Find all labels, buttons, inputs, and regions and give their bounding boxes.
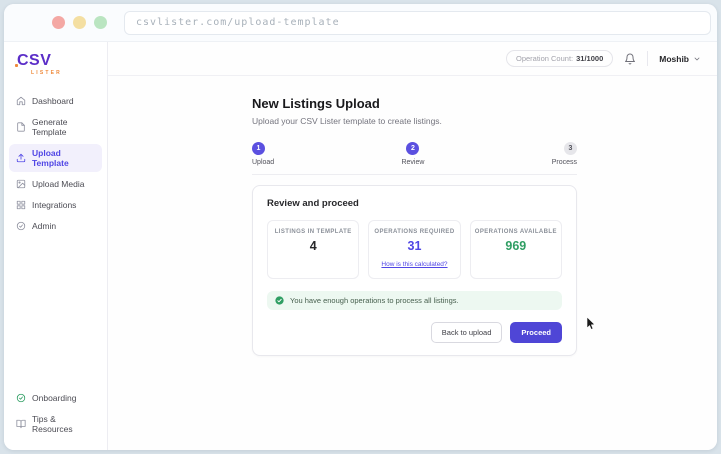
close-window-button[interactable] <box>52 16 65 29</box>
stepper: 1 Upload 2 Review 3 Process <box>252 142 577 166</box>
step-label: Review <box>401 159 424 166</box>
check-circle-icon <box>275 296 284 305</box>
sidebar-item-dashboard[interactable]: Dashboard <box>9 92 102 110</box>
upload-icon <box>16 153 26 163</box>
topbar: Operation Count: 31/1000 Moshib <box>108 42 717 76</box>
window-controls <box>52 16 107 29</box>
document-icon <box>16 122 26 132</box>
review-card-title: Review and proceed <box>267 198 562 209</box>
book-icon <box>16 419 26 429</box>
page-subtitle: Upload your CSV Lister template to creat… <box>252 116 717 126</box>
stat-label: OPERATIONS AVAILABLE <box>473 229 559 235</box>
logo-accent-dot <box>15 64 18 67</box>
stat-operations-required: OPERATIONS REQUIRED 31 How is this calcu… <box>368 220 460 279</box>
sidebar: CSV LISTER Dashboard Generate Template U… <box>4 42 108 450</box>
circle-check-icon <box>16 393 26 403</box>
sidebar-item-upload-media[interactable]: Upload Media <box>9 175 102 193</box>
sidebar-item-upload-template[interactable]: Upload Template <box>9 144 102 172</box>
sidebar-item-label: Integrations <box>32 200 76 210</box>
sidebar-item-tips-resources[interactable]: Tips & Resources <box>9 410 102 438</box>
success-banner-text: You have enough operations to process al… <box>290 296 459 305</box>
logo-subtext: LISTER <box>17 70 62 76</box>
sidebar-item-label: Generate Template <box>32 117 95 137</box>
operation-count-badge: Operation Count: 31/1000 <box>506 50 613 67</box>
url-text: csvlister.com/upload-template <box>136 17 340 28</box>
stepper-divider <box>252 174 577 175</box>
sidebar-item-label: Admin <box>32 221 56 231</box>
stat-listings-in-template: LISTINGS IN TEMPLATE 4 <box>267 220 359 279</box>
stat-value: 969 <box>473 239 559 253</box>
topbar-divider <box>647 51 648 66</box>
step-number: 3 <box>564 142 577 155</box>
operation-count-label: Operation Count: <box>516 54 573 63</box>
browser-window: csvlister.com/upload-template CSV LISTER… <box>4 4 717 450</box>
sidebar-item-generate-template[interactable]: Generate Template <box>9 113 102 141</box>
sidebar-item-integrations[interactable]: Integrations <box>9 196 102 214</box>
sidebar-item-onboarding[interactable]: Onboarding <box>9 389 102 407</box>
success-banner: You have enough operations to process al… <box>267 291 562 310</box>
bell-icon[interactable] <box>624 53 636 65</box>
url-bar[interactable]: csvlister.com/upload-template <box>124 11 711 35</box>
minimize-window-button[interactable] <box>73 16 86 29</box>
stat-operations-available: OPERATIONS AVAILABLE 969 <box>470 220 562 279</box>
review-card: Review and proceed LISTINGS IN TEMPLATE … <box>252 185 577 356</box>
step-upload[interactable]: 1 Upload <box>252 142 274 166</box>
how-calculated-link[interactable]: How is this calculated? <box>381 261 447 268</box>
page-title: New Listings Upload <box>252 96 717 111</box>
sidebar-item-label: Onboarding <box>32 393 76 403</box>
sidebar-item-label: Upload Template <box>32 148 95 168</box>
stats-row: LISTINGS IN TEMPLATE 4 OPERATIONS REQUIR… <box>267 220 562 279</box>
step-number: 1 <box>252 142 265 155</box>
stat-label: LISTINGS IN TEMPLATE <box>270 229 356 235</box>
sidebar-nav: Dashboard Generate Template Upload Templ… <box>4 92 107 235</box>
operation-count-value: 31/1000 <box>576 54 603 63</box>
browser-chrome: csvlister.com/upload-template <box>4 4 717 42</box>
home-icon <box>16 96 26 106</box>
back-to-upload-button[interactable]: Back to upload <box>431 322 503 343</box>
page-content: New Listings Upload Upload your CSV List… <box>108 76 717 450</box>
sidebar-item-admin[interactable]: Admin <box>9 217 102 235</box>
stat-value: 31 <box>371 239 457 253</box>
step-label: Upload <box>252 159 274 166</box>
app-logo: CSV LISTER <box>4 42 62 76</box>
chevron-down-icon <box>693 55 701 63</box>
user-name: Moshib <box>659 54 689 64</box>
step-number: 2 <box>406 142 419 155</box>
circle-check-icon <box>16 221 26 231</box>
stat-value: 4 <box>270 239 356 253</box>
logo-text: CSV <box>17 53 62 69</box>
maximize-window-button[interactable] <box>94 16 107 29</box>
user-menu[interactable]: Moshib <box>659 54 701 64</box>
grid-icon <box>16 200 26 210</box>
step-process[interactable]: 3 Process <box>552 142 577 166</box>
proceed-button[interactable]: Proceed <box>510 322 562 343</box>
step-label: Process <box>552 159 577 166</box>
sidebar-item-label: Tips & Resources <box>32 414 95 434</box>
image-icon <box>16 179 26 189</box>
stat-label: OPERATIONS REQUIRED <box>371 229 457 235</box>
sidebar-item-label: Dashboard <box>32 96 74 106</box>
card-actions: Back to upload Proceed <box>267 322 562 343</box>
sidebar-footer: Onboarding Tips & Resources <box>4 389 107 450</box>
sidebar-item-label: Upload Media <box>32 179 84 189</box>
main-area: Operation Count: 31/1000 Moshib New List… <box>108 42 717 450</box>
step-review[interactable]: 2 Review <box>401 142 424 166</box>
